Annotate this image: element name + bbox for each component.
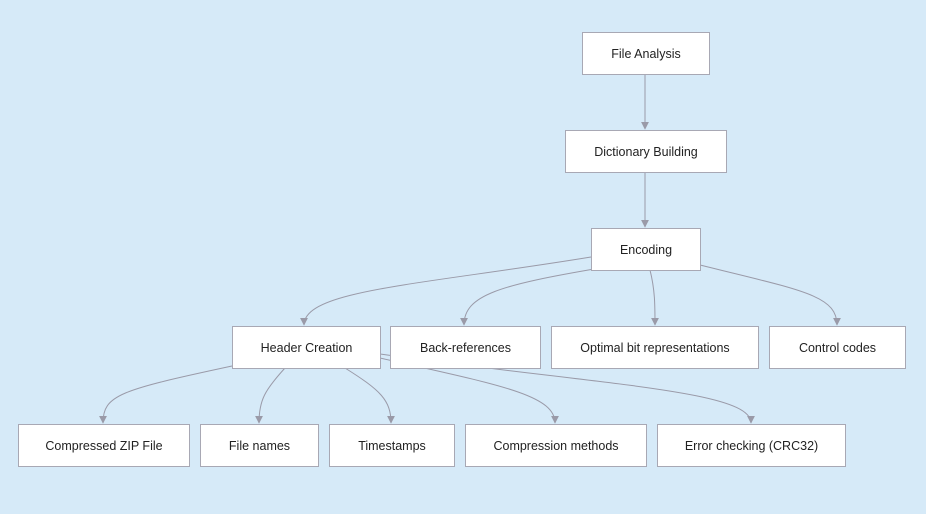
edge-encoding-optimal <box>649 269 659 326</box>
node-timestamps[interactable]: Timestamps <box>329 424 455 467</box>
node-header-creation[interactable]: Header Creation <box>232 326 381 369</box>
node-optimal-bit[interactable]: Optimal bit representations <box>551 326 759 369</box>
edge-header-zip <box>99 365 233 424</box>
node-compression-methods[interactable]: Compression methods <box>465 424 647 467</box>
node-compressed-zip[interactable]: Compressed ZIP File <box>18 424 190 467</box>
node-error-checking[interactable]: Error checking (CRC32) <box>657 424 846 467</box>
node-dictionary-building[interactable]: Dictionary Building <box>565 130 727 173</box>
node-encoding[interactable]: Encoding <box>591 228 701 271</box>
edge-header-timestamps <box>344 367 395 424</box>
edge-encoding-header <box>300 256 592 326</box>
node-control-codes[interactable]: Control codes <box>769 326 906 369</box>
node-back-references[interactable]: Back-references <box>390 326 541 369</box>
edge-encoding-control <box>699 264 841 326</box>
node-file-analysis[interactable]: File Analysis <box>582 32 710 75</box>
node-file-names[interactable]: File names <box>200 424 319 467</box>
edge-encoding-backrefs <box>460 267 601 326</box>
edge-header-filenames <box>255 367 286 424</box>
